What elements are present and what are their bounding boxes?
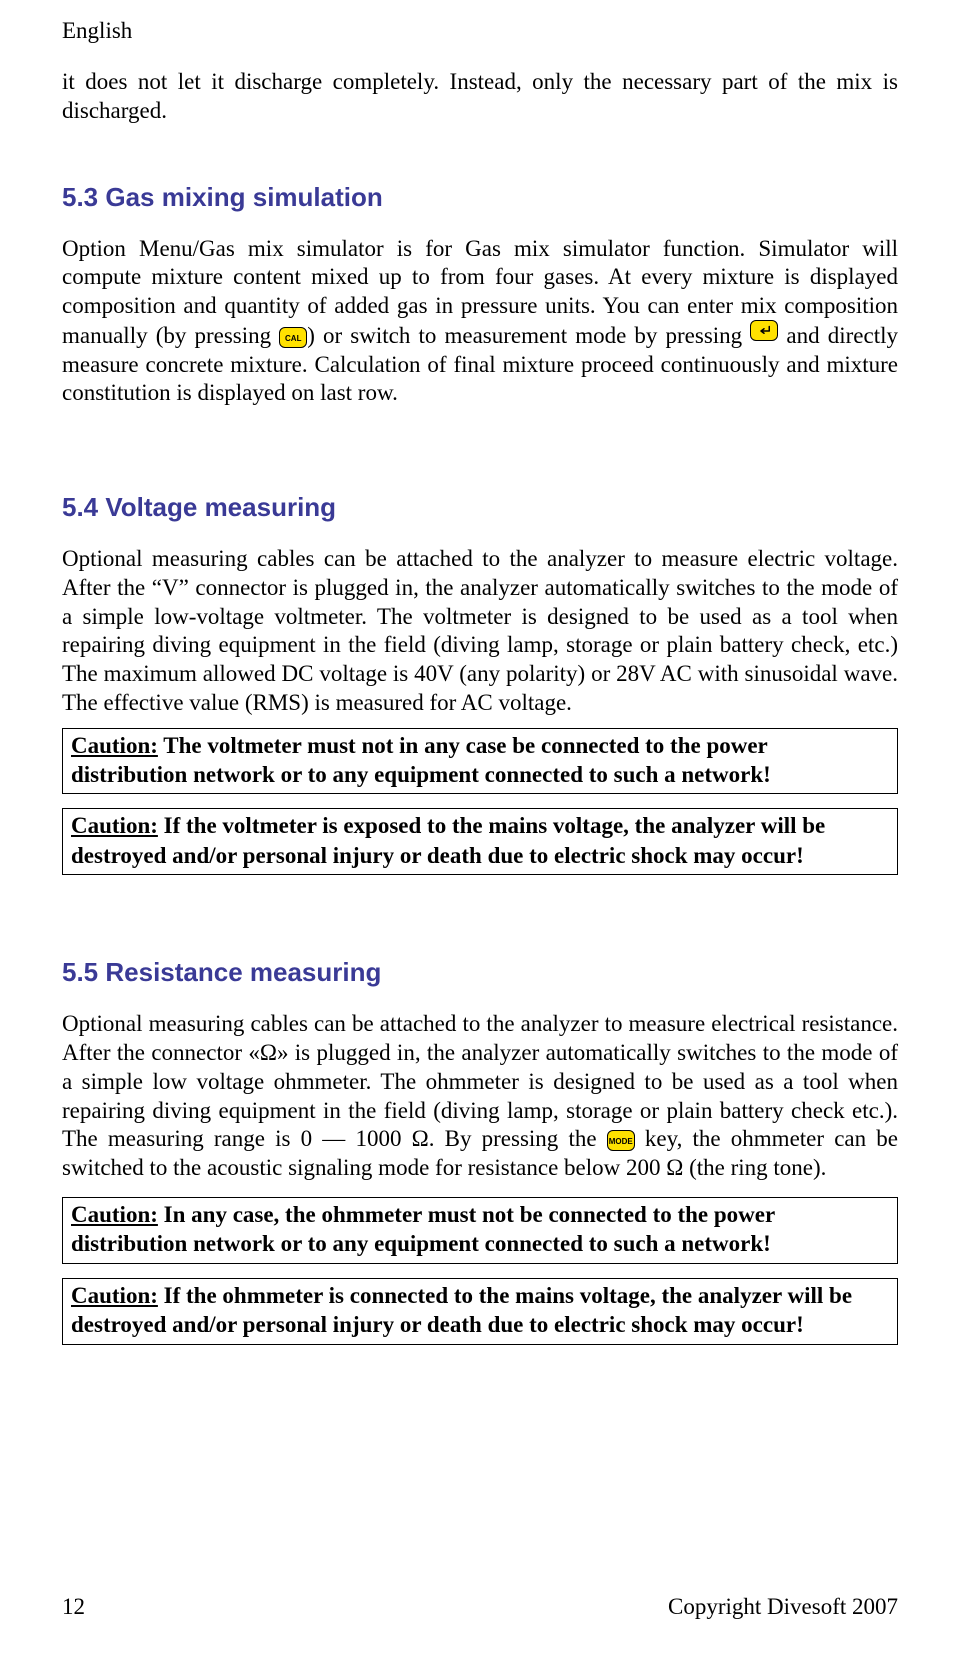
caution-text: The voltmeter must not in any case be co… xyxy=(71,733,771,787)
cal-key-icon: CAL xyxy=(279,327,307,348)
section-5-5-title: 5.5 Resistance measuring xyxy=(62,957,898,988)
footer: 12 Copyright Divesoft 2007 xyxy=(62,1594,898,1620)
section-5-3-title: 5.3 Gas mixing simulation xyxy=(62,182,898,213)
enter-key-icon xyxy=(750,320,778,341)
section-5-4-title: 5.4 Voltage measuring xyxy=(62,492,898,523)
continuation-paragraph: it does not let it discharge completely.… xyxy=(62,68,898,126)
page: English it does not let it discharge com… xyxy=(0,0,960,1660)
caution-box-ohmmeter-2: Caution: If the ohmmeter is connected to… xyxy=(62,1278,898,1345)
mode-key-icon: MODE xyxy=(607,1130,635,1151)
caution-lead: Caution: xyxy=(71,1202,158,1227)
caution-text: If the ohmmeter is connected to the main… xyxy=(71,1283,852,1337)
caution-box-voltmeter-1: Caution: The voltmeter must not in any c… xyxy=(62,728,898,795)
caution-lead: Caution: xyxy=(71,733,158,758)
caution-box-voltmeter-2: Caution: If the voltmeter is exposed to … xyxy=(62,808,898,875)
caution-lead: Caution: xyxy=(71,1283,158,1308)
copyright: Copyright Divesoft 2007 xyxy=(668,1594,898,1620)
sec53-part2: ) or switch to measurement mode by press… xyxy=(307,323,750,348)
caution-box-ohmmeter-1: Caution: In any case, the ohmmeter must … xyxy=(62,1197,898,1264)
section-5-4-body: Optional measuring cables can be attache… xyxy=(62,545,898,718)
header-language: English xyxy=(62,18,898,44)
section-5-3-body: Option Menu/Gas mix simulator is for Gas… xyxy=(62,235,898,409)
caution-text: In any case, the ohmmeter must not be co… xyxy=(71,1202,775,1256)
page-number: 12 xyxy=(62,1594,85,1620)
caution-text: If the voltmeter is exposed to the mains… xyxy=(71,813,825,867)
caution-lead: Caution: xyxy=(71,813,158,838)
section-5-5-body: Optional measuring cables can be attache… xyxy=(62,1010,898,1183)
